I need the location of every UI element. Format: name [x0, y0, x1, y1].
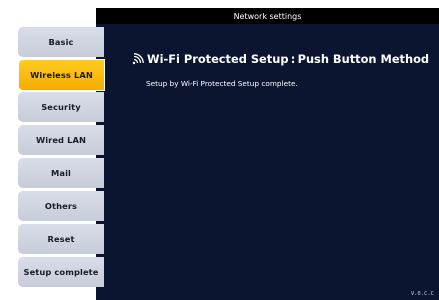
status-message: Setup by Wi-Fi Protected Setup complete. — [146, 79, 298, 88]
sidebar-item-wired-lan[interactable]: Wired LAN — [18, 125, 104, 155]
sidebar-item-mail[interactable]: Mail — [18, 158, 104, 188]
sidebar-item-setup-complete[interactable]: Setup complete — [18, 257, 104, 287]
version-label: V.0.C.C — [410, 291, 434, 297]
page-heading: Wi-Fi Protected Setup : Push Button Meth… — [131, 52, 429, 66]
window-title: Network settings — [96, 8, 439, 24]
sidebar-item-others[interactable]: Others — [18, 191, 104, 221]
sidebar-item-basic[interactable]: Basic — [18, 27, 104, 57]
sidebar-item-reset[interactable]: Reset — [18, 224, 104, 254]
page-heading-text: Wi-Fi Protected Setup : Push Button Meth… — [147, 52, 430, 66]
wifi-signal-icon — [132, 53, 144, 65]
sidebar-item-wireless-lan[interactable]: Wireless LAN — [18, 59, 105, 91]
sidebar-item-security[interactable]: Security — [18, 92, 104, 122]
